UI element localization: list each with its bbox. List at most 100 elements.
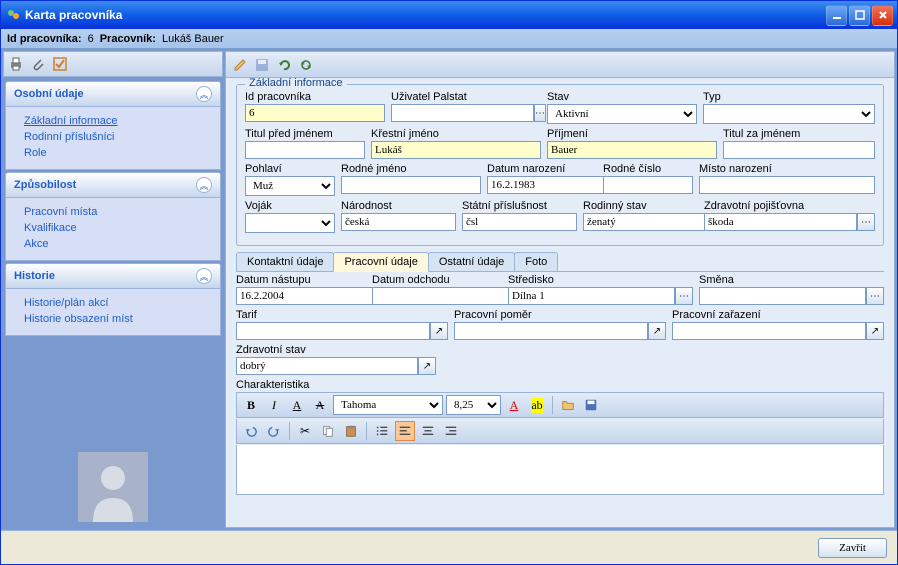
rte-bullets-button[interactable] [372,421,392,441]
rte-font-select[interactable]: Tahoma [333,395,443,415]
nav-header-competence[interactable]: Způsobilost ︽ [5,172,221,198]
rte-italic-button[interactable]: I [264,395,284,415]
nav-link-basic-info[interactable]: Základní informace [24,113,210,129]
nav-link-family[interactable]: Rodinní příslušníci [24,129,210,145]
type-field-label: Typ [703,91,875,103]
citizenship-label: Státní příslušnost [462,200,577,212]
refresh-icon[interactable] [298,57,314,73]
print-icon[interactable] [8,56,24,72]
nav-link-action-history[interactable]: Historie/plán akcí [24,295,210,311]
nationality-input[interactable] [341,213,456,231]
birth-num-label: Rodné číslo [603,163,693,175]
rte-strike-button[interactable]: A [310,395,330,415]
close-dialog-button[interactable]: Zavřít [818,538,887,558]
insurance-lookup-button[interactable]: ⋯ [857,213,875,231]
nav-header-personal[interactable]: Osobní údaje ︽ [5,81,221,107]
chevron-up-icon: ︽ [196,268,212,284]
rte-align-left-button[interactable] [395,421,415,441]
citizenship-input[interactable] [462,213,577,231]
rte-size-select[interactable]: 8,25 [446,395,501,415]
minimize-button[interactable] [826,5,847,26]
rte-open-button[interactable] [558,395,578,415]
tariff-input[interactable] [236,322,430,340]
nav-link-position-history[interactable]: Historie obsazení míst [24,311,210,327]
type-select[interactable] [703,104,875,124]
rte-align-right-button[interactable] [441,421,461,441]
undo-icon[interactable] [276,57,292,73]
center-lookup-button[interactable]: ⋯ [675,287,693,305]
nav-link-role[interactable]: Role [24,145,210,161]
tab-other[interactable]: Ostatní údaje [428,252,515,271]
nav-link-actions[interactable]: Akce [24,236,210,252]
checkbox-icon[interactable] [52,56,68,72]
rte-underline-button[interactable]: A [287,395,307,415]
assignment-input[interactable] [672,322,866,340]
nav-link-jobs[interactable]: Pracovní místa [24,204,210,220]
state-field-label: Stav [547,91,697,103]
assignment-label: Pracovní zařazení [672,309,884,321]
rte-cut-button[interactable]: ✂ [295,421,315,441]
shift-lookup-button[interactable]: ⋯ [866,287,884,305]
rte-copy-button[interactable] [318,421,338,441]
user-input[interactable] [391,104,534,122]
surname-label: Příjmení [547,128,717,140]
nav-title: Osobní údaje [14,88,84,100]
nav-header-history[interactable]: Historie ︽ [5,263,221,289]
rte-textarea[interactable] [236,445,884,495]
insurance-label: Zdravotní pojišťovna [704,200,875,212]
rte-paste-button[interactable] [341,421,361,441]
infobar: Id pracovníka: 6 Pracovník: Lukáš Bauer [1,29,897,49]
maiden-input[interactable] [341,176,481,194]
insurance-input[interactable] [704,213,857,231]
fieldset-legend: Základní informace [245,78,347,89]
attachment-icon[interactable] [30,56,46,72]
end-date-input[interactable] [372,287,515,305]
birth-place-label: Místo narození [699,163,875,175]
title-after-label: Titul za jménem [723,128,875,140]
content-toolbar [226,52,894,78]
health-lookup-button[interactable]: ↗ [418,357,436,375]
rte-save-button[interactable] [581,395,601,415]
rte-bold-button[interactable]: B [241,395,261,415]
avatar [78,452,148,522]
birth-place-input[interactable] [699,176,875,194]
assignment-lookup-button[interactable]: ↗ [866,322,884,340]
state-select[interactable]: Aktivní [547,104,697,124]
health-label: Zdravotní stav [236,344,436,356]
nav-link-qualification[interactable]: Kvalifikace [24,220,210,236]
health-input[interactable] [236,357,418,375]
family-label: Rodinný stav [583,200,698,212]
edit-icon[interactable] [232,57,248,73]
tab-photo[interactable]: Foto [514,252,558,271]
user-lookup-button[interactable]: ⋯ [534,104,546,122]
center-input[interactable] [508,287,675,305]
soldier-select[interactable] [245,213,335,233]
birth-num-input[interactable] [603,176,693,194]
nationality-label: Národnost [341,200,456,212]
title-after-input[interactable] [723,141,875,159]
first-name-input[interactable] [371,141,541,159]
surname-input[interactable] [547,141,717,159]
gender-select[interactable]: Muž [245,176,335,196]
shift-input[interactable] [699,287,866,305]
start-date-input[interactable] [236,287,379,305]
id-field-label: Id pracovníka [245,91,385,103]
title-before-input[interactable] [245,141,365,159]
tariff-lookup-button[interactable]: ↗ [430,322,448,340]
rte-redo-button[interactable] [264,421,284,441]
rte-undo-button[interactable] [241,421,261,441]
title-before-label: Titul před jménem [245,128,365,140]
relation-input[interactable] [454,322,648,340]
close-button[interactable] [872,5,893,26]
tab-contact[interactable]: Kontaktní údaje [236,252,334,271]
id-input[interactable] [245,104,385,122]
maximize-button[interactable] [849,5,870,26]
save-icon[interactable] [254,57,270,73]
relation-lookup-button[interactable]: ↗ [648,322,666,340]
tab-work[interactable]: Pracovní údaje [333,252,428,272]
rte-font-color-button[interactable]: A [504,395,524,415]
center-label: Středisko [508,274,693,286]
rte-highlight-button[interactable]: ab [527,395,547,415]
start-date-label: Datum nástupu [236,274,366,286]
rte-align-center-button[interactable] [418,421,438,441]
